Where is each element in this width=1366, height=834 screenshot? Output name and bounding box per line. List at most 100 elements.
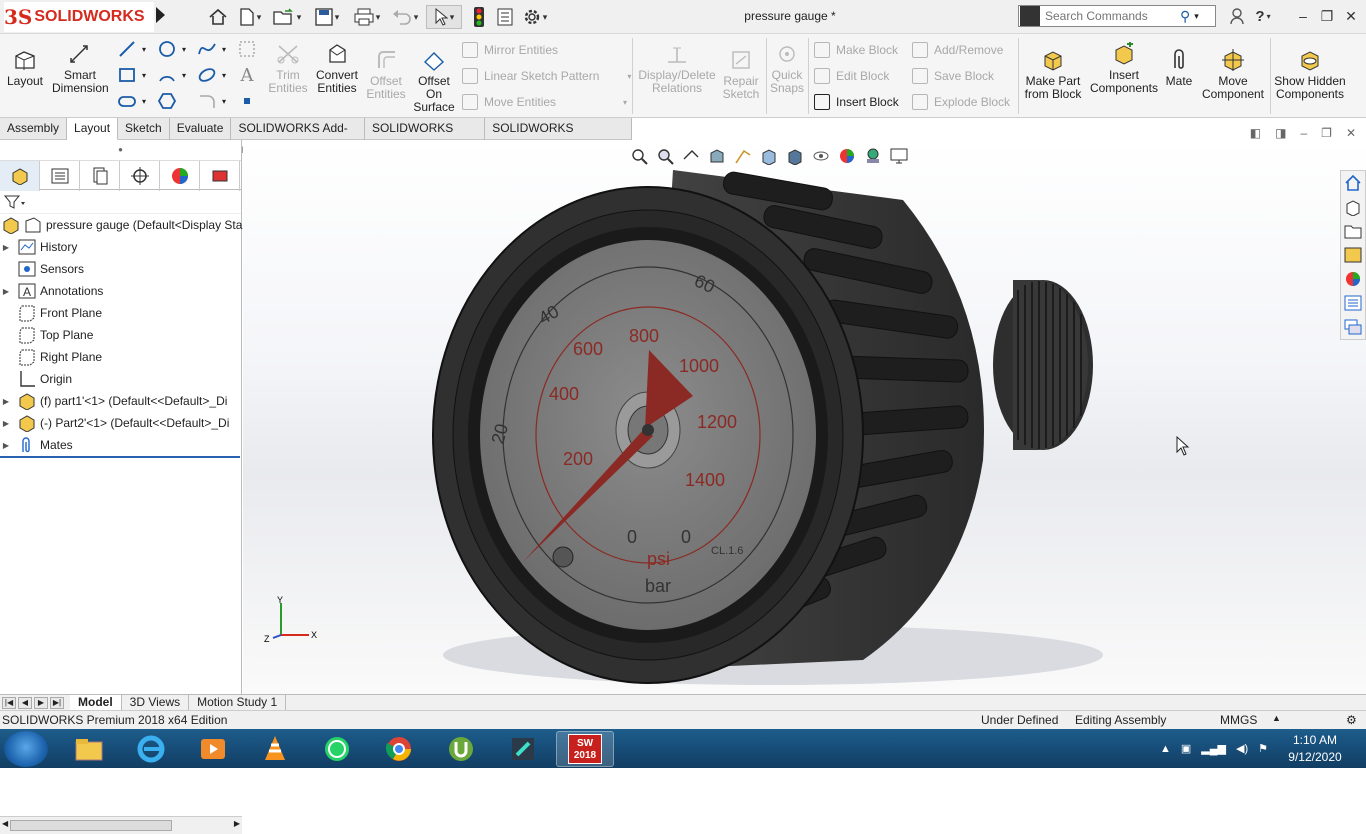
expand-arrow-icon[interactable]: ▶ [0,419,12,428]
tree-filter-icon[interactable] [0,190,241,214]
forum-icon[interactable] [1341,315,1365,339]
move-entities-button[interactable]: Move Entities ▾ [462,92,627,112]
slot-tool-icon[interactable]: ▾ [118,92,146,110]
tab-layout[interactable]: Layout [67,118,119,140]
mate-button[interactable]: Mate [1162,48,1196,88]
tree-root-assembly[interactable]: pressure gauge (Default<Display Sta [0,214,242,236]
network-signal-icon[interactable]: ▂▄▆ [1201,742,1226,755]
spline-tool-icon[interactable]: ▾ [198,40,226,58]
show-hidden-icons-icon[interactable]: ▲ [1160,743,1171,755]
save-block-button[interactable]: Save Block [912,66,994,86]
insert-components-button[interactable]: Insert Components [1088,41,1160,95]
tab-model[interactable]: Model [70,695,122,710]
solidworks-logo[interactable]: 3S SOLIDWORKS [4,2,154,32]
fillet-tool-icon[interactable]: ▾ [198,92,226,110]
rectangle-tool-icon[interactable]: ▾ [118,66,146,84]
units-dropdown-icon[interactable]: ▲ [1272,713,1281,723]
tree-item-right-plane[interactable]: Right Plane [0,346,241,368]
expand-arrow-icon[interactable]: ▶ [0,397,12,406]
expand-arrow-icon[interactable]: ▶ [0,243,12,252]
tree-item-part1[interactable]: ▶ (f) part1'<1> (Default<<Default>_Di [0,390,241,412]
linear-sketch-pattern-button[interactable]: Linear Sketch Pattern ▾ [462,66,631,86]
close-window-icon[interactable]: ✕ [1340,6,1362,26]
file-explorer-taskbar-icon[interactable] [60,731,118,767]
pressure-gauge-model[interactable]: 40 20 60 200 400 600 800 1000 1200 1400 … [423,160,1123,700]
volume-icon[interactable]: ◀) [1236,742,1248,755]
start-button-icon[interactable] [4,731,48,767]
new-document-icon[interactable]: ▾ [234,5,266,29]
tree-item-front-plane[interactable]: Front Plane [0,302,241,324]
make-block-button[interactable]: Make Block [814,40,898,60]
solidworks-resources-icon[interactable] [1341,171,1365,195]
tab-assembly[interactable]: Assembly [0,118,68,140]
first-tab-icon[interactable]: |◀ [2,696,16,709]
filmora-taskbar-icon[interactable] [494,731,552,767]
tab-sketch[interactable]: Sketch [118,118,170,140]
minimize-window-icon[interactable]: – [1292,6,1314,26]
polygon-tool-icon[interactable] [158,92,176,110]
whatsapp-taskbar-icon[interactable] [308,731,366,767]
text-tool-icon[interactable]: A [238,65,256,86]
featuremanager-tab-icon[interactable] [0,161,40,191]
tab-inspection[interactable]: SOLIDWORKS Inspection [485,118,632,156]
tab-3d-views[interactable]: 3D Views [122,695,190,710]
device-icon[interactable]: ▣ [1181,742,1191,755]
file-explorer-icon[interactable] [1341,219,1365,243]
tree-item-annotations[interactable]: ▶ A Annotations [0,280,241,302]
viewport-close-icon[interactable]: ✕ [1346,126,1356,140]
panel-grip-icon[interactable]: ● [0,140,241,160]
convert-entities-button[interactable]: Convert Entities [314,42,360,95]
tree-item-origin[interactable]: Origin [0,368,241,390]
search-commands-box[interactable]: ⚲ ▾ [1018,5,1216,27]
appearances-icon[interactable] [1341,267,1365,291]
print-icon[interactable]: ▾ [350,5,384,29]
flag-icon[interactable]: ⚑ [1258,742,1268,755]
restore-window-icon[interactable]: ❐ [1316,6,1338,26]
insert-block-button[interactable]: Insert Block [814,92,899,112]
internet-explorer-taskbar-icon[interactable] [122,731,180,767]
dimxpert-tab-icon[interactable] [120,161,160,191]
taskbar-clock[interactable]: 1:10 AM 9/12/2020 [1280,732,1350,766]
tree-item-part2[interactable]: ▶ (-) Part2'<1> (Default<<Default>_Di [0,412,241,434]
add-remove-block-button[interactable]: Add/Remove [912,40,1003,60]
unit-system-selector[interactable]: MMGS [1220,713,1257,727]
point-tool-icon[interactable] [238,92,256,110]
open-folder-icon[interactable]: ▾ [270,5,304,29]
viewport-minimize-icon[interactable]: – [1300,126,1307,140]
help-icon[interactable]: ? ▾ [1252,6,1274,26]
search-icon[interactable]: ⚲ [1180,8,1190,25]
construction-geometry-icon[interactable] [238,40,256,58]
save-icon[interactable]: ▾ [310,5,344,29]
quick-snaps-button[interactable]: Quick Snaps [770,42,804,95]
make-part-from-block-button[interactable]: Make Part from Block [1022,48,1084,101]
custom-properties-icon[interactable] [1341,291,1365,315]
expand-arrow-icon[interactable]: ▶ [0,441,12,450]
explode-block-button[interactable]: Explode Block [912,92,1010,112]
tree-item-history[interactable]: ▶ History [0,236,241,258]
viewport-restore-icon[interactable]: ❐ [1321,126,1332,140]
arc-tool-icon[interactable]: ▾ [158,66,186,84]
scroll-left-icon[interactable]: ◀ [2,819,8,828]
repair-sketch-button[interactable]: Repair Sketch [720,48,762,101]
menu-expand-arrow-icon[interactable] [156,7,165,23]
cam-tab-icon[interactable] [200,161,240,191]
select-cursor-icon[interactable]: ▾ [426,5,462,29]
options-gear-icon[interactable]: ▾ [518,5,552,29]
viewport-pin-icon[interactable]: ◧ [1250,126,1261,140]
show-hidden-components-button[interactable]: Show Hidden Components [1274,48,1346,101]
undo-icon[interactable]: ▾ [388,5,422,29]
design-library-icon[interactable] [1341,195,1365,219]
display-delete-relations-button[interactable]: Display/Delete Relations [638,42,716,95]
next-tab-icon[interactable]: ▶ [34,696,48,709]
tab-evaluate[interactable]: Evaluate [170,118,232,140]
trim-entities-button[interactable]: Trim Entities [266,42,310,95]
move-component-button[interactable]: Move Component [1198,48,1268,101]
offset-entities-button[interactable]: Offset Entities [364,48,408,101]
mirror-entities-button[interactable]: Mirror Entities [462,40,558,60]
search-dropdown-icon[interactable]: ▾ [1194,11,1199,22]
scroll-thumb[interactable] [10,820,172,831]
tab-motion-study[interactable]: Motion Study 1 [189,695,287,710]
line-tool-icon[interactable]: ▾ [118,40,146,58]
circle-tool-icon[interactable]: ▾ [158,40,186,58]
search-input[interactable] [1040,9,1180,23]
